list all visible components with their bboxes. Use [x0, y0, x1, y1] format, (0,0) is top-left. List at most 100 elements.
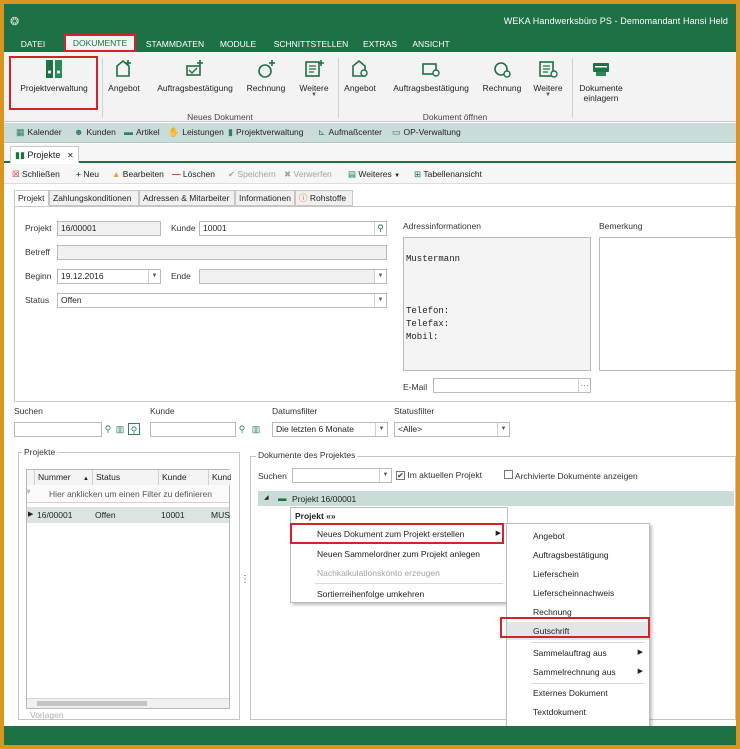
submenu-item-lieferschein[interactable]: Lieferschein — [507, 565, 649, 583]
tab-schnittstellen[interactable]: SCHNITTSTELLEN — [272, 36, 350, 52]
new-invoice-icon — [258, 60, 275, 78]
handshake-icon: ✋ — [168, 127, 180, 137]
nav-kalender[interactable]: ▦ Kalender — [16, 127, 62, 138]
discard-button[interactable]: ✖ Verwerfen — [284, 169, 332, 180]
column-header-kunde-name[interactable]: Kund — [209, 470, 231, 485]
chevron-down-icon[interactable]: ▼ — [374, 294, 386, 307]
expand-icon[interactable]: ◢ — [264, 494, 269, 501]
nav-artikel[interactable]: ▬ Artikel — [124, 127, 160, 137]
open-angebot-button[interactable]: Angebot — [340, 56, 380, 104]
tab-projekte[interactable]: ▮▮ Projekte ✕ — [10, 146, 79, 163]
documents-search-input[interactable]: ▼ — [292, 468, 392, 483]
open-rechnung-button[interactable]: Rechnung — [480, 56, 524, 104]
splitter-handle[interactable]: ⋮ — [240, 574, 250, 585]
chevron-down-icon[interactable]: ▼ — [375, 423, 387, 436]
datum-filter-select[interactable]: Die letzten 6 Monate ▼ — [272, 422, 388, 437]
new-button[interactable]: + Neu — [76, 169, 99, 179]
tab-adressen[interactable]: Adressen & Mitarbeiter — [139, 190, 235, 206]
tree-node-project[interactable]: ◢ ▬ Projekt 16/00001 — [258, 491, 734, 506]
submenu-item-lieferscheinnachweis[interactable]: Lieferscheinnachweis — [507, 584, 649, 602]
dokumente-einlagern-button[interactable]: Dokumente einlagern — [574, 56, 628, 104]
save-button[interactable]: ✔ Speichern — [228, 169, 276, 180]
status-filter-label: Statusfilter — [394, 406, 435, 416]
submenu-item-sammelauftrag[interactable]: Sammelauftrag aus ▶ — [507, 644, 649, 662]
trash-icon[interactable]: ▥ — [114, 423, 126, 436]
kunde-field[interactable]: 10001 ⚲ — [199, 221, 387, 236]
more-icon[interactable]: ··· — [578, 379, 590, 392]
table-view-button[interactable]: ⊞ Tabellenansicht — [414, 169, 482, 180]
projekt-field[interactable]: 16/00001 — [57, 221, 161, 236]
delete-button[interactable]: — Löschen — [172, 169, 215, 179]
tab-dokumente[interactable]: DOKUMENTE — [64, 34, 136, 52]
search-icon[interactable]: ⚲ — [374, 222, 386, 235]
tab-ansicht[interactable]: ANSICHT — [408, 36, 454, 52]
suchen-filter-input[interactable] — [14, 422, 102, 437]
column-header-status[interactable]: Status — [93, 470, 159, 485]
kunde-filter-input[interactable] — [150, 422, 236, 437]
close-button[interactable]: ☒ Schließen — [12, 169, 60, 180]
column-header-nummer[interactable]: Nummer ▲ — [35, 470, 93, 485]
filter-row[interactable]: ᵠ Hier anklicken um einen Filter zu defi… — [27, 485, 229, 503]
search-icon[interactable]: ⚲ — [236, 423, 248, 436]
tab-stammdaten[interactable]: STAMMDATEN — [140, 36, 210, 52]
chevron-down-icon[interactable]: ▼ — [497, 423, 509, 436]
edit-button[interactable]: ▲ Bearbeiten — [112, 169, 164, 179]
menu-item-new-folder[interactable]: Neuen Sammelordner zum Projekt anlegen — [291, 545, 507, 563]
calendar-icon: ▦ — [16, 127, 25, 137]
documents-search-label: Suchen — [258, 471, 287, 481]
scrollbar-thumb[interactable] — [37, 701, 147, 706]
beginn-date-field[interactable]: 19.12.2016 ▼ — [57, 269, 161, 284]
column-header-kunde[interactable]: Kunde — [159, 470, 209, 485]
submenu-item-externes-dokument[interactable]: Externes Dokument — [507, 684, 649, 702]
submenu-item-textdokument[interactable]: Textdokument — [507, 703, 649, 721]
ende-date-field[interactable]: ▼ — [199, 269, 387, 284]
email-field[interactable]: ··· — [433, 378, 591, 393]
projects-grid: Nummer ▲ Status Kunde Kund ᵠ Hier anklic… — [26, 469, 231, 709]
current-project-checkbox[interactable]: ✔ Im aktuellen Projekt — [396, 470, 482, 480]
ribbon: Projektverwaltung Angebot Auftragsbestät… — [4, 52, 736, 122]
tree-child-node[interactable]: Projekt «» — [290, 507, 508, 523]
horizontal-scrollbar[interactable] — [27, 698, 229, 708]
trash-icon[interactable]: ▥ — [250, 423, 262, 436]
more-button[interactable]: ▤ Weiteres ▼ — [348, 169, 400, 180]
tab-informationen[interactable]: Informationen — [235, 190, 295, 206]
chevron-down-icon[interactable]: ▼ — [379, 469, 391, 482]
open-auftrag-button[interactable]: Auftragsbestätigung — [386, 56, 476, 104]
advanced-search-icon[interactable]: ⚲ — [128, 423, 140, 435]
new-auftrag-button[interactable]: Auftragsbestätigung — [150, 56, 240, 104]
status-select[interactable]: Offen ▼ — [57, 293, 387, 308]
bemerkung-field[interactable] — [599, 237, 736, 371]
search-icon[interactable]: ⚲ — [102, 423, 114, 436]
chevron-down-icon[interactable]: ▼ — [374, 270, 386, 283]
betreff-field[interactable] — [57, 245, 387, 260]
new-weitere-button[interactable]: Weitere ▼ — [294, 56, 334, 104]
new-angebot-button[interactable]: Angebot — [104, 56, 144, 104]
menu-item-reverse-sort[interactable]: Sortierreihenfolge umkehren — [291, 585, 507, 603]
title-bar: ❂ WEKA Handwerksbüro PS - Demomandant Ha… — [4, 4, 736, 36]
new-rechnung-button[interactable]: Rechnung — [244, 56, 288, 104]
status-filter-select[interactable]: <Alle> ▼ — [394, 422, 510, 437]
table-row[interactable]: ▶ 16/00001 Offen 10001 MUS — [27, 507, 230, 523]
tab-extras[interactable]: EXTRAS — [360, 36, 400, 52]
nav-aufmasscenter[interactable]: ⊾ Aufmaßcenter — [318, 127, 382, 138]
tab-rohstoffe[interactable]: ⓘ Rohstoffe — [295, 190, 353, 206]
tab-projekt[interactable]: Projekt — [14, 190, 49, 206]
tab-datei[interactable]: DATEI — [16, 36, 50, 52]
close-icon[interactable]: ✕ — [67, 151, 74, 160]
vorlagen-label: Vorlagen — [30, 710, 64, 720]
tab-zahlungskonditionen[interactable]: Zahlungskonditionen — [49, 190, 139, 206]
nav-kunden[interactable]: ☻ Kunden — [74, 127, 116, 137]
tab-module[interactable]: MODULE — [216, 36, 260, 52]
close-icon: ☒ — [12, 169, 20, 179]
submenu-item-sammelrechnung[interactable]: Sammelrechnung aus ▶ — [507, 663, 649, 681]
nav-leistungen[interactable]: ✋ Leistungen — [168, 127, 224, 138]
menu-item-calculation[interactable]: Nachkalkulationskonto erzeugen — [291, 564, 507, 582]
submenu-item-angebot[interactable]: Angebot — [507, 527, 649, 545]
nav-op-verwaltung[interactable]: ▭ OP-Verwaltung — [392, 127, 461, 138]
nav-projektverwaltung[interactable]: ▮ Projektverwaltung — [228, 127, 304, 138]
archived-checkbox[interactable]: Archivierte Dokumente anzeigen — [504, 470, 638, 481]
submenu-item-auftragsbestaetigung[interactable]: Auftragsbestätigung — [507, 546, 649, 564]
address-phone: Telefon: — [406, 306, 450, 316]
chevron-down-icon[interactable]: ▼ — [148, 270, 160, 283]
open-weitere-button[interactable]: Weitere ▼ — [528, 56, 568, 104]
